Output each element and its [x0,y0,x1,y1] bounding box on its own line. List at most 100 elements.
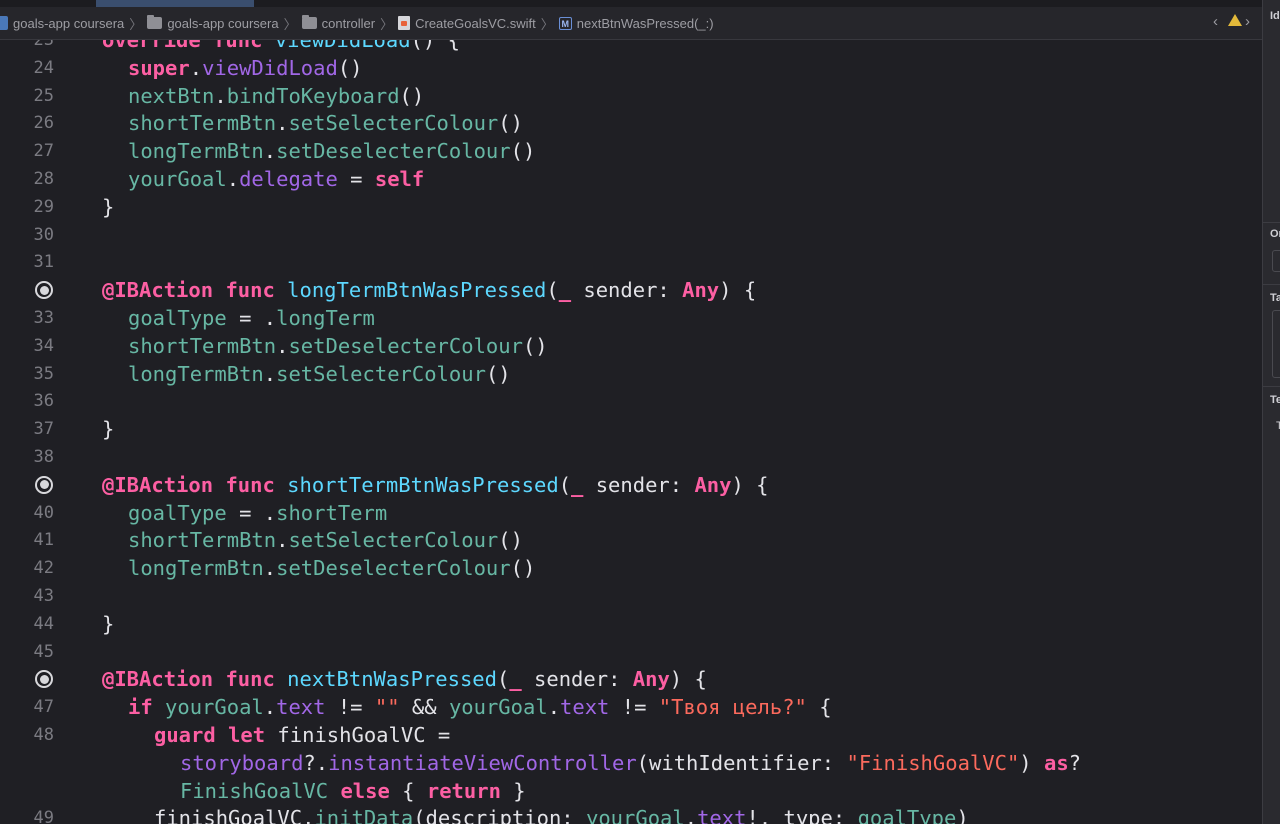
code-token: . [263,139,277,164]
line-number: 30 [33,224,54,245]
code-token: "" [374,695,400,720]
code-token: storyboard [180,750,304,775]
code-line[interactable]: 48 guard let finishGoalVC = [0,721,1262,749]
breadcrumb-item[interactable]: goals-app coursera [147,15,279,31]
code-text: nextBtn.bindToKeyboard() [128,82,424,110]
breadcrumb-label: nextBtnWasPressed(_:) [576,15,714,31]
code-line[interactable]: 26 shortTermBtn.setSelecterColour() [0,109,1262,137]
code-token: goalType [128,500,227,525]
code-token: Any [632,667,670,692]
tab-strip [0,0,1262,7]
code-token: Any [682,278,720,303]
code-token: "FinishGoalVC" [846,750,1020,775]
breadcrumb-item[interactable]: MnextBtnWasPressed(_:) [558,15,714,31]
chevron-right-icon[interactable]: › [1245,13,1250,30]
active-tab-indicator[interactable] [96,0,254,7]
code-line[interactable]: 43 [0,582,1262,610]
code-token: ( [496,667,510,692]
chevron-separator-icon: 〉 [129,16,143,32]
code-token: @IBAction [102,472,214,497]
code-line[interactable]: 44} [0,610,1262,638]
code-token: finishGoalVC. [154,806,315,824]
code-token: _ [558,278,572,303]
code-line[interactable]: 38 [0,443,1262,471]
breadcrumb: goals-app coursera 〉 goals-app coursera 〉 co… [0,14,714,32]
line-number: 24 [33,57,54,78]
folder-icon [301,15,317,29]
warning-triangle-icon[interactable] [1228,14,1242,26]
code-token: shortTermBtnWasPressed [287,472,559,497]
code-token: . [276,333,289,358]
code-token: } [102,611,115,636]
code-token: shortTermBtn [128,111,277,136]
code-line[interactable]: 29} [0,193,1262,221]
code-line[interactable]: 33 goalType = .longTerm [0,304,1262,332]
code-line[interactable]: 23 override func viewDidLoad() { [0,40,1262,54]
inspector-label-t: T [1276,420,1280,432]
code-token: { [806,695,832,720]
source-editor[interactable]: 23 override func viewDidLoad() {24 super.v… [0,40,1262,824]
code-line[interactable]: 37} [0,415,1262,443]
ib-action-connection-icon[interactable] [35,670,53,689]
code-line[interactable]: @IBAction func nextBtnWasPressed(_ sende… [0,665,1262,693]
code-line[interactable]: 25 nextBtn.bindToKeyboard() [0,82,1262,110]
code-token: finishGoalVC = [265,723,451,747]
code-token: ) [1019,750,1044,775]
code-line[interactable]: 41 shortTermBtn.setSelecterColour() [0,526,1262,554]
code-token: func [225,278,275,303]
line-number: 33 [33,308,54,328]
line-number: 28 [33,169,54,189]
ib-action-connection-icon[interactable] [35,281,53,300]
code-token: _ [509,667,522,692]
chevron-left-icon[interactable]: ‹ [1213,13,1218,30]
code-line[interactable]: 47 if yourGoal.text != "" && yourGoal.tex… [0,693,1262,721]
code-token: FinishGoalVC [180,778,329,803]
code-token: . [214,83,227,108]
code-token: return [426,778,501,803]
code-line[interactable]: 30 [0,221,1262,249]
code-line[interactable]: 27 longTermBtn.setDeselecterColour() [0,137,1262,165]
code-line[interactable]: 40 goalType = .shortTerm [0,499,1262,527]
code-line[interactable]: 31 [0,248,1262,276]
code-line[interactable]: 35 longTermBtn.setSelecterColour() [0,360,1262,388]
code-text: @IBAction func longTermBtnWasPressed(_ s… [102,276,756,304]
code-line[interactable]: 36 [0,387,1262,415]
chevron-separator-icon: 〉 [380,16,394,32]
line-number: 23 [33,40,54,50]
code-line[interactable]: 45 [0,638,1262,666]
inspector-target-list[interactable] [1272,310,1280,378]
code-text: shortTermBtn.setSelecterColour() [128,526,523,554]
code-text: yourGoal.delegate = self [128,165,424,193]
code-token: setSelecterColour [288,528,499,553]
inspector-field[interactable] [1272,250,1280,272]
code-line[interactable]: 34 shortTermBtn.setDeselecterColour() [0,332,1262,360]
code-line[interactable]: storyboard?.instantiateViewController(wi… [0,749,1262,777]
code-token: !, type: [746,806,858,824]
chevron-separator-icon: 〉 [283,16,297,32]
code-line[interactable]: @IBAction func shortTermBtnWasPressed(_ … [0,471,1262,499]
code-line[interactable]: 28 yourGoal.delegate = self [0,165,1262,193]
code-line[interactable]: FinishGoalVC else { return } [0,777,1262,805]
code-token: . [276,528,289,553]
chevron-separator-icon: 〉 [540,16,554,32]
code-token: setDeselecterColour [288,333,523,358]
code-text: storyboard?.instantiateViewController(wi… [180,749,1081,777]
breadcrumb-item[interactable]: CreateGoalsVC.swift [398,16,536,31]
ib-action-connection-icon[interactable] [35,475,53,494]
breadcrumb-item[interactable]: controller [301,15,375,31]
breadcrumb-label: CreateGoalsVC.swift [415,15,536,31]
code-line[interactable]: @IBAction func longTermBtnWasPressed(_ s… [0,276,1262,304]
code-token: sender: [521,667,633,692]
breadcrumb-item[interactable]: goals-app coursera [0,16,124,31]
code-line[interactable]: 49 finishGoalVC.initData(description: you… [0,804,1262,824]
code-token: != [609,695,659,720]
line-number: 29 [33,196,54,217]
inspector-label-identity: Id [1270,10,1280,22]
code-line[interactable]: 24 super.viewDidLoad() [0,54,1262,82]
code-token: ( [546,278,559,303]
code-line[interactable]: 42 longTermBtn.setDeselecterColour() [0,554,1262,582]
code-token: shortTerm [276,500,388,525]
code-token: @IBAction [102,278,214,303]
line-number: 26 [33,113,54,134]
